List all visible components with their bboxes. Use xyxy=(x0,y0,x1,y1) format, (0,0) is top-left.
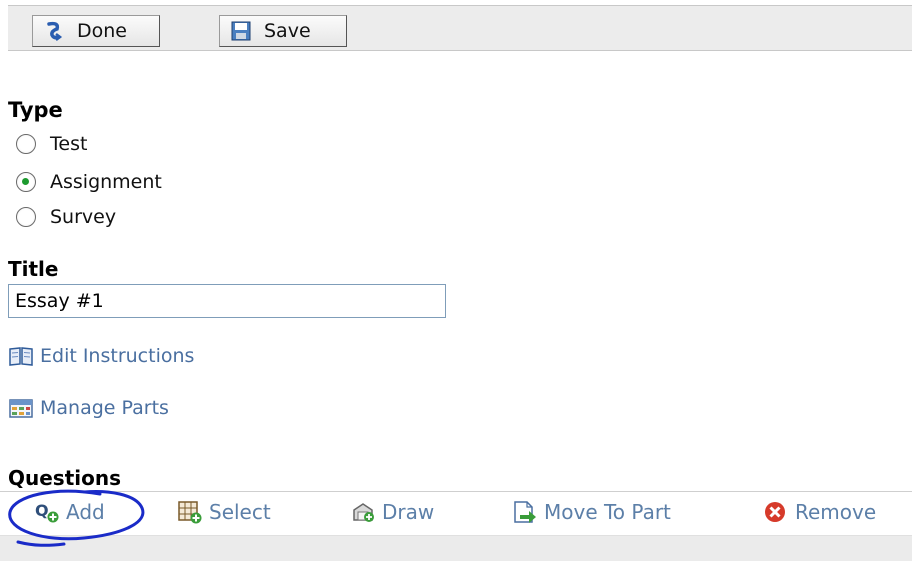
manage-parts-link[interactable]: Manage Parts xyxy=(8,397,169,419)
assignment-radio[interactable] xyxy=(16,172,36,192)
remove-icon xyxy=(765,502,785,522)
move-to-part-button[interactable]: Move To Part xyxy=(512,500,671,524)
remove-label: Remove xyxy=(795,500,877,524)
save-icon xyxy=(231,21,251,41)
survey-label: Survey xyxy=(50,206,117,228)
done-icon xyxy=(47,21,63,41)
select-grid-icon xyxy=(178,501,202,524)
test-label: Test xyxy=(50,133,88,155)
main-toolbar: Done Save xyxy=(8,5,912,51)
edit-instructions-label: Edit Instructions xyxy=(40,345,195,367)
draw-label: Draw xyxy=(382,500,435,524)
done-button[interactable]: Done xyxy=(32,15,160,47)
questions-toolbar-row: Q Add Select Draw Move To Part Remove xyxy=(0,492,912,536)
questions-heading: Questions xyxy=(8,466,122,490)
svg-text:Q: Q xyxy=(35,501,49,520)
manage-parts-label: Manage Parts xyxy=(40,397,169,419)
select-question-button[interactable]: Select xyxy=(177,500,271,524)
type-option-survey[interactable]: Survey xyxy=(16,206,116,228)
add-question-button[interactable]: Q Add xyxy=(34,500,105,524)
done-label: Done xyxy=(77,20,127,42)
move-icon xyxy=(514,501,536,523)
type-heading: Type xyxy=(8,98,63,122)
save-label: Save xyxy=(264,20,311,42)
book-icon xyxy=(9,347,33,366)
edit-instructions-link[interactable]: Edit Instructions xyxy=(8,345,194,367)
add-label: Add xyxy=(66,500,105,524)
draw-icon xyxy=(353,503,374,522)
grid-icon xyxy=(9,399,33,418)
title-input[interactable] xyxy=(8,284,446,318)
survey-radio[interactable] xyxy=(16,207,36,227)
test-radio[interactable] xyxy=(16,134,36,154)
add-icon: Q xyxy=(35,501,59,523)
remove-question-button[interactable]: Remove xyxy=(763,500,876,524)
assignment-label: Assignment xyxy=(50,171,162,193)
save-button[interactable]: Save xyxy=(219,15,347,47)
move-to-part-label: Move To Part xyxy=(544,500,671,524)
questions-toolbar: Q Add Select Draw Move To Part Remove xyxy=(0,491,912,561)
type-option-assignment[interactable]: Assignment xyxy=(16,171,162,193)
title-heading: Title xyxy=(8,257,59,281)
type-option-test[interactable]: Test xyxy=(16,133,87,155)
select-label: Select xyxy=(209,500,271,524)
draw-question-button[interactable]: Draw xyxy=(350,500,434,524)
